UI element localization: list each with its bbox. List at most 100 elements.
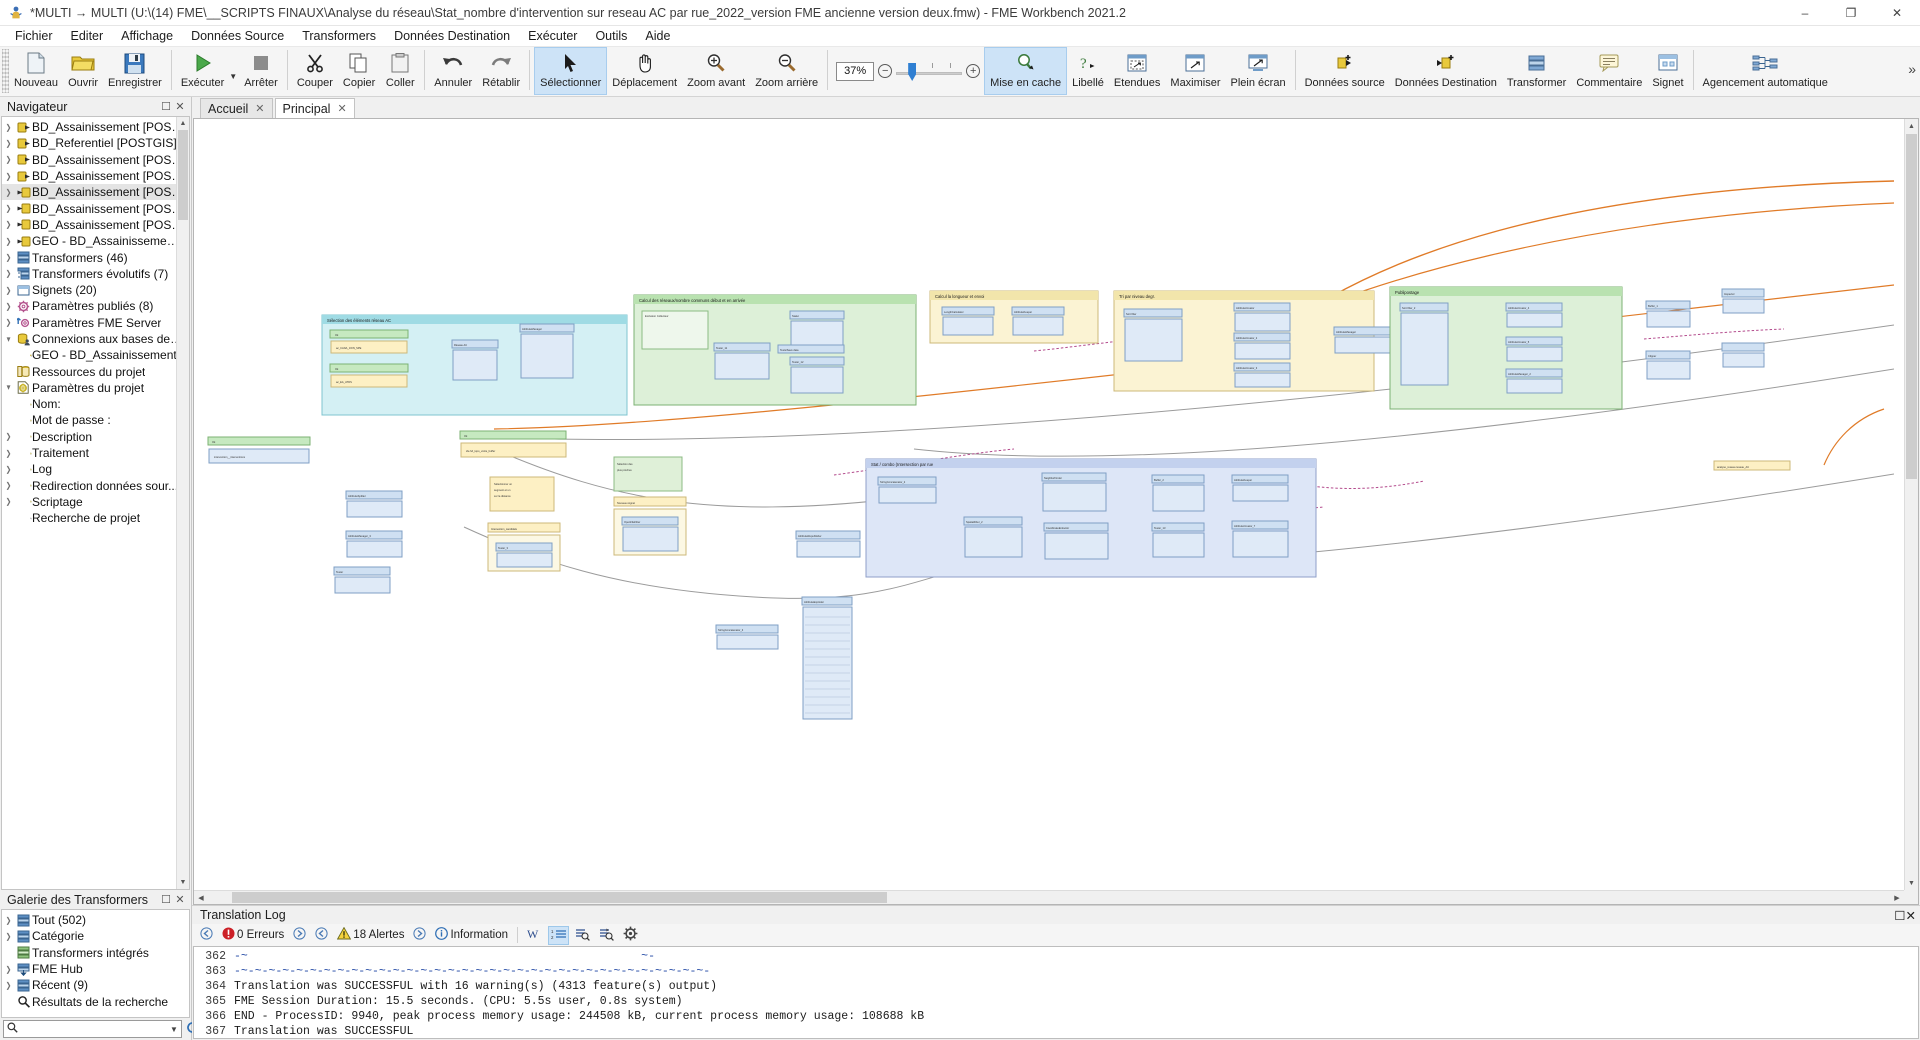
navigator-scrollbar[interactable]: ▲ ▼ — [176, 117, 189, 889]
chevron-right-icon[interactable] — [3, 449, 14, 458]
canvas-horizontal-scrollbar[interactable]: ◀ ▶ — [194, 890, 1904, 904]
chevron-down-icon[interactable] — [3, 383, 14, 392]
redo-button[interactable]: Rétablir — [477, 47, 525, 95]
annotation-button[interactable]: Commentaire — [1571, 47, 1647, 95]
navigator-close-icon[interactable]: ✕ — [173, 100, 187, 113]
toolbar-overflow-button[interactable]: » — [1908, 61, 1916, 77]
menu-outils[interactable]: Outils — [586, 26, 636, 46]
gallery-search-input[interactable] — [21, 1022, 167, 1036]
save-button[interactable]: Enregistrer — [103, 47, 167, 95]
chevron-right-icon[interactable] — [3, 302, 14, 311]
log-settings-button[interactable] — [620, 926, 641, 945]
navigator-item[interactable]: Recherche de projet — [2, 510, 189, 526]
menu-editer[interactable]: Editer — [62, 26, 113, 46]
scrollbar-thumb[interactable] — [178, 130, 188, 220]
navigator-item[interactable]: Redirection données sour... — [2, 478, 189, 494]
navigator-undock-icon[interactable]: ☐ — [159, 100, 173, 113]
navigator-item[interactable]: GEO - BD_Assainissement — [2, 347, 189, 363]
gallery-item[interactable]: Récent (9) — [2, 977, 189, 993]
find-next-button[interactable] — [596, 926, 617, 945]
menu-transformers[interactable]: Transformers — [293, 26, 385, 46]
navigator-item[interactable]: Description — [2, 429, 189, 445]
label-button[interactable]: ? Libellé — [1067, 47, 1109, 95]
word-wrap-button[interactable]: W — [524, 926, 545, 945]
chevron-right-icon[interactable] — [3, 916, 14, 925]
chevron-down-icon[interactable] — [3, 335, 14, 344]
navigator-item[interactable]: Paramètres publiés (8) — [2, 298, 189, 314]
chevron-right-icon[interactable] — [3, 139, 14, 148]
previous-error-button[interactable] — [197, 926, 216, 945]
chevron-right-icon[interactable] — [3, 123, 14, 132]
canvas-vertical-scrollbar[interactable]: ▲ ▼ — [1904, 119, 1918, 890]
undo-button[interactable]: Annuler — [429, 47, 477, 95]
gallery-item[interactable]: Catégorie — [2, 928, 189, 944]
auto-layout-button[interactable]: Agencement automatique — [1698, 47, 1833, 95]
zoom-decrease-button[interactable]: − — [878, 64, 893, 78]
chevron-right-icon[interactable] — [3, 172, 14, 181]
navigator-item[interactable]: GEO - BD_Assainissement [P... — [2, 233, 189, 249]
chevron-right-icon[interactable] — [3, 318, 14, 327]
gallery-tree[interactable]: Tout (502)CatégorieTransformers intégrés… — [1, 909, 190, 1018]
zoom-increase-button[interactable]: + — [966, 64, 981, 78]
information-button[interactable]: Information — [432, 926, 511, 945]
navigator-item[interactable]: Nom: — [2, 396, 189, 412]
gallery-item[interactable]: Transformers intégrés — [2, 945, 189, 961]
chevron-right-icon[interactable] — [3, 220, 14, 229]
run-dropdown-chevron-down-icon[interactable]: ▼ — [229, 62, 239, 81]
navigator-item[interactable]: BD_Assainissement [POSTGIS... — [2, 200, 189, 216]
navigator-item[interactable]: Signets (20) — [2, 282, 189, 298]
menu-donnees-destination[interactable]: Données Destination — [385, 26, 519, 46]
open-button[interactable]: Ouvrir — [63, 47, 103, 95]
bookmark-button[interactable]: Signet — [1647, 47, 1688, 95]
errors-indicator[interactable]: 0 Erreurs — [219, 926, 287, 945]
previous-warning-button[interactable] — [312, 926, 331, 945]
paste-button[interactable]: Coller — [380, 47, 420, 95]
log-undock-icon[interactable]: ☐ — [1894, 908, 1905, 923]
zoom-out-button[interactable]: Zoom arrière — [750, 47, 823, 95]
run-button[interactable]: Exécuter — [176, 47, 229, 95]
navigator-item[interactable]: Transformers (46) — [2, 249, 189, 265]
navigator-item[interactable]: Scriptage — [2, 494, 189, 510]
menu-executer[interactable]: Exécuter — [519, 26, 586, 46]
workspace-canvas[interactable]: Sélection des éléments réseau AC Ok ac_C… — [194, 119, 1904, 890]
gallery-item[interactable]: FME Hub — [2, 961, 189, 977]
menu-fichier[interactable]: Fichier — [6, 26, 62, 46]
chevron-right-icon[interactable] — [3, 981, 14, 990]
navigator-item[interactable]: Connexions aux bases de do... — [2, 331, 189, 347]
copy-button[interactable]: Copier — [338, 47, 380, 95]
navigator-item[interactable]: Mot de passe : — [2, 412, 189, 428]
zoom-in-button[interactable]: Zoom avant — [682, 47, 750, 95]
stop-button[interactable]: Arrêter — [239, 47, 283, 95]
gallery-close-icon[interactable]: ✕ — [173, 893, 187, 906]
next-warning-button[interactable] — [410, 926, 429, 945]
gallery-undock-icon[interactable]: ☐ — [159, 893, 173, 906]
zoom-slider[interactable] — [896, 61, 963, 81]
scroll-down-icon[interactable]: ▼ — [1905, 876, 1918, 890]
workspace-canvas-container[interactable]: Sélection des éléments réseau AC Ok ac_C… — [193, 118, 1919, 905]
menu-aide[interactable]: Aide — [636, 26, 679, 46]
toolbar-grip[interactable] — [2, 49, 9, 93]
select-tool-button[interactable]: Sélectionner — [534, 47, 608, 95]
close-button[interactable]: ✕ — [1874, 0, 1920, 26]
cut-button[interactable]: Couper — [292, 47, 338, 95]
navigator-item[interactable]: BD_Assainissement [POSTGIS... — [2, 184, 189, 201]
hscroll-thumb[interactable] — [232, 892, 887, 903]
scroll-left-icon[interactable]: ◀ — [194, 891, 208, 904]
log-close-icon[interactable]: ✕ — [1906, 908, 1916, 923]
chevron-right-icon[interactable] — [3, 932, 14, 941]
navigator-item[interactable]: BD_Assainissement [POSTGR... — [2, 217, 189, 233]
tab-principal-close-icon[interactable]: ✕ — [337, 102, 346, 115]
navigator-item[interactable]: BD_Assainissement [POSTGIS... — [2, 168, 189, 184]
add-destination-button[interactable]: Données Destination — [1390, 47, 1502, 95]
line-numbers-button[interactable]: 12 — [547, 925, 569, 945]
find-button[interactable] — [572, 926, 593, 945]
scroll-right-icon[interactable]: ▶ — [1890, 891, 1904, 904]
new-button[interactable]: Nouveau — [9, 47, 63, 95]
tab-principal[interactable]: Principal ✕ — [274, 98, 355, 118]
minimize-button[interactable]: – — [1782, 0, 1828, 26]
scroll-up-icon[interactable]: ▲ — [1905, 119, 1918, 133]
chevron-right-icon[interactable] — [3, 432, 14, 441]
warnings-indicator[interactable]: 18 Alertes — [334, 926, 407, 945]
fullscreen-button[interactable]: Plein écran — [1226, 47, 1291, 95]
tab-accueil[interactable]: Accueil ✕ — [200, 98, 273, 118]
